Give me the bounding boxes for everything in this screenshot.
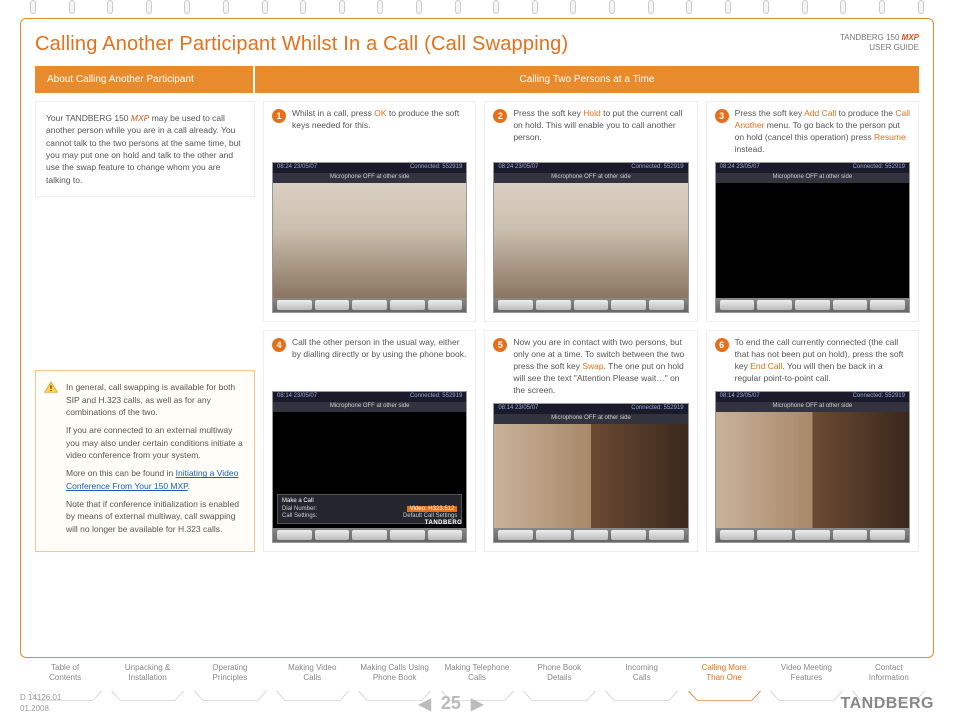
section-bar: About Calling Another Participant Callin… — [35, 66, 919, 93]
step-2: 2 Press the soft key Hold to put the curr… — [484, 101, 697, 322]
page-title: Calling Another Participant Whilst In a … — [35, 33, 568, 56]
step-3: 3 Press the soft key Add Call to produce … — [706, 101, 919, 322]
info-box: In general, call swapping is available f… — [35, 370, 255, 551]
nav-tab[interactable]: Table ofContents — [26, 660, 104, 694]
next-page-button[interactable]: ▶ — [471, 694, 483, 714]
section-right-label: Calling Two Persons at a Time — [255, 66, 919, 93]
nav-tab[interactable]: Making TelephoneCalls — [438, 660, 516, 694]
device-screenshot: 08:14 23/05/07Connected: 552919Microphon… — [272, 391, 467, 542]
nav-tab[interactable]: Phone BookDetails — [520, 660, 598, 694]
step-6: 6 To end the call currently connected (th… — [706, 330, 919, 551]
nav-tab[interactable]: OperatingPrinciples — [191, 660, 269, 694]
step-text: Now you are in contact with two persons,… — [513, 337, 688, 396]
section-left-label: About Calling Another Participant — [35, 66, 255, 93]
device-screenshot: 08:24 23/05/07Connected: 552919Microphon… — [272, 162, 467, 313]
bottom-nav: Table ofContentsUnpacking &InstallationO… — [20, 660, 934, 694]
step-1: 1 Whilst in a call, press OK to produce t… — [263, 101, 476, 322]
step-number-icon: 5 — [493, 338, 507, 352]
step-number-icon: 3 — [715, 109, 729, 123]
intro-box: Your TANDBERG 150 MXP may be used to cal… — [35, 101, 255, 197]
step-text: Press the soft key Add Call to produce t… — [735, 108, 910, 156]
device-screenshot: 08:24 23/05/07Connected: 552919Microphon… — [493, 162, 688, 313]
nav-tab[interactable]: Calling MoreThan One — [685, 660, 763, 694]
step-number-icon: 4 — [272, 338, 286, 352]
product-label: TANDBERG 150 MXP USER GUIDE — [840, 33, 919, 54]
nav-tab[interactable]: Making Calls UsingPhone Book — [355, 660, 433, 694]
brand-logo: TANDBERG — [841, 695, 934, 713]
step-number-icon: 1 — [272, 109, 286, 123]
step-4: 4 Call the other person in the usual way,… — [263, 330, 476, 551]
device-screenshot: 08:14 23/05/07Connected: 552919Microphon… — [715, 391, 910, 542]
nav-tab[interactable]: Unpacking &Installation — [108, 660, 186, 694]
step-number-icon: 6 — [715, 338, 729, 352]
doc-info: D 14126.0101.2008 — [20, 693, 61, 714]
step-5: 5 Now you are in contact with two persons… — [484, 330, 697, 551]
prev-page-button[interactable]: ◀ — [419, 694, 431, 714]
step-text: To end the call currently connected (the… — [735, 337, 910, 385]
step-text: Whilst in a call, press OK to produce th… — [292, 108, 467, 156]
step-text: Call the other person in the usual way, … — [292, 337, 467, 385]
nav-tab[interactable]: ContactInformation — [850, 660, 928, 694]
spiral-binding — [20, 0, 934, 20]
nav-tab[interactable]: Video MeetingFeatures — [767, 660, 845, 694]
device-screenshot: 08:24 23/05/07Connected: 552919Microphon… — [715, 162, 910, 313]
page-number: 25 — [441, 693, 461, 714]
warning-icon — [44, 381, 58, 393]
step-text: Press the soft key Hold to put the curre… — [513, 108, 688, 156]
step-number-icon: 2 — [493, 109, 507, 123]
nav-tab[interactable]: IncomingCalls — [603, 660, 681, 694]
pager: ◀ 25 ▶ — [419, 693, 484, 714]
device-screenshot: 08:14 23/05/07Connected: 552919Microphon… — [493, 403, 688, 543]
nav-tab[interactable]: Making VideoCalls — [273, 660, 351, 694]
page-frame: Calling Another Participant Whilst In a … — [20, 18, 934, 658]
